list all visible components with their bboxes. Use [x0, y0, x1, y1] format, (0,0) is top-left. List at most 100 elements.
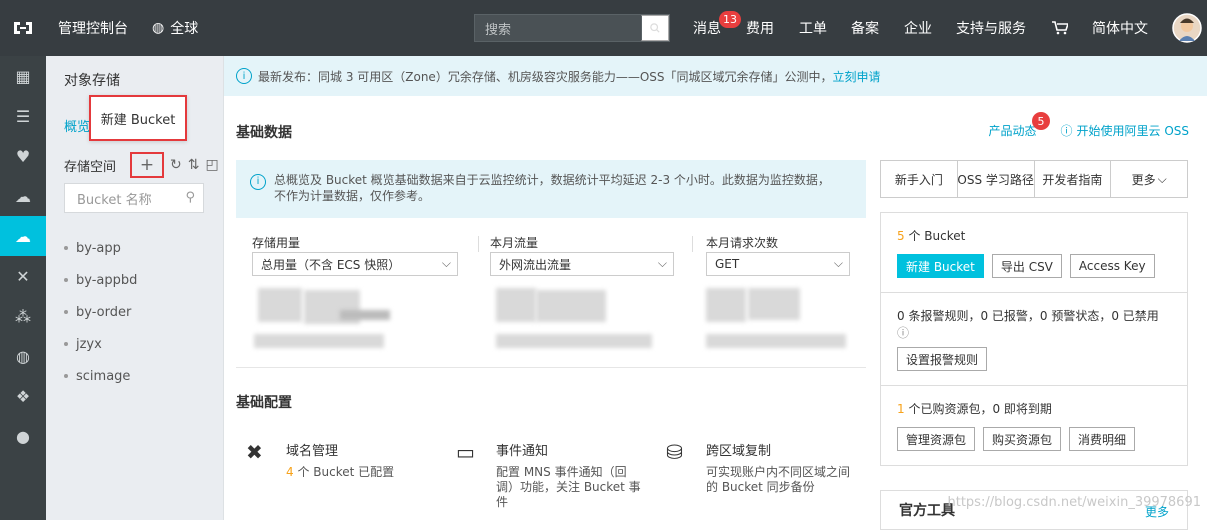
basic-data-title: 基础数据: [236, 125, 292, 141]
search-icon[interactable]: ⚲: [185, 190, 195, 205]
nav-tickets[interactable]: 工单: [799, 0, 827, 56]
help-icon[interactable]: ⓘ: [897, 324, 1171, 341]
manage-packages-button[interactable]: 管理资源包: [897, 427, 976, 451]
metric-requests: 本月请求次数 GET ⌵: [706, 234, 850, 276]
region-label: 全球: [170, 21, 199, 37]
alarm-text: 0 条报警规则，0 已报警，0 预警状态，0 已禁用: [897, 309, 1159, 323]
config-title: 跨区域复制: [706, 444, 772, 459]
aliyun-logo-icon[interactable]: [0, 0, 46, 56]
search-placeholder: 搜索: [485, 22, 512, 38]
product-news-badge: 5: [1032, 112, 1050, 130]
package-count: 1: [897, 402, 905, 416]
package-icon[interactable]: ❖: [0, 376, 46, 416]
nav-support[interactable]: 支持与服务: [956, 0, 1026, 56]
new-bucket-tooltip[interactable]: 新建 Bucket: [89, 95, 187, 141]
metric-label: 本月流量: [490, 236, 539, 250]
tab-getting-started[interactable]: 新手入门: [881, 161, 958, 197]
nav-billing[interactable]: 费用: [746, 0, 774, 56]
metric-select[interactable]: 总用量（不含 ECS 快照） ⌵: [252, 252, 458, 276]
config-domain[interactable]: ✖ 域名管理 4 个 Bucket 已配置: [246, 440, 394, 480]
consumption-details-button[interactable]: 消费明细: [1069, 427, 1136, 451]
bucket-item[interactable]: by-appbd: [64, 264, 137, 296]
bucket-item[interactable]: by-order: [64, 296, 137, 328]
tab-more[interactable]: 更多 ⌵: [1111, 161, 1187, 197]
language-selector[interactable]: 简体中文: [1092, 0, 1148, 56]
divider: [692, 236, 693, 252]
bucket-item[interactable]: scimage: [64, 360, 137, 392]
info-line-2: 不作为计量数据，仅作参考。: [274, 189, 431, 203]
bucket-list: by-app by-appbd by-order jzyx scimage: [64, 232, 137, 392]
oss-cloud-icon[interactable]: ☁: [0, 216, 46, 256]
globe-icon: ◍: [152, 20, 165, 36]
console-link[interactable]: 管理控制台: [46, 0, 140, 56]
region-selector[interactable]: ◍ 全球: [140, 0, 210, 56]
search-icon[interactable]: [641, 15, 669, 41]
metric-select[interactable]: 外网流出流量 ⌵: [490, 252, 674, 276]
config-title: 域名管理: [286, 444, 339, 459]
access-key-button[interactable]: Access Key: [1069, 254, 1155, 278]
package-summary: 1 个已购资源包，0 即将到期 管理资源包 购买资源包 消费明细: [881, 386, 1187, 465]
summary-box: 5 个 Bucket 新建 Bucket 导出 CSV Access Key 0…: [880, 212, 1188, 466]
bucket-item[interactable]: jzyx: [64, 328, 137, 360]
apply-now-link[interactable]: 立刻申请: [833, 68, 881, 85]
divider: [236, 367, 866, 368]
info-line-1: 总概览及 Bucket 概览基础数据来自于云监控统计，数据统计平均延迟 2-3 …: [274, 173, 830, 187]
bucket-count-text: 个 Bucket: [908, 229, 966, 243]
apps-grid-icon[interactable]: ▦: [0, 56, 46, 96]
tab-learning-path[interactable]: OSS 学习路径: [958, 161, 1035, 197]
config-replication[interactable]: ⛁ 跨区域复制 可实现账户内不同区域之间的 Bucket 同步备份: [666, 440, 862, 495]
cluster-icon[interactable]: ⁂: [0, 296, 46, 336]
metric-select[interactable]: GET ⌵: [706, 252, 850, 276]
replication-icon: ⛁: [666, 440, 683, 464]
bucket-search-placeholder: Bucket 名称: [77, 192, 152, 208]
storage-tools: + ↻ ⇅ ◰: [130, 152, 219, 178]
sidebar-title: 对象存储: [64, 73, 120, 89]
chevron-down-icon: ⌵: [441, 256, 451, 270]
nav-icp[interactable]: 备案: [851, 0, 879, 56]
metric-storage: 存储用量 总用量（不含 ECS 快照） ⌵: [252, 234, 458, 276]
tab-overview[interactable]: 概览: [64, 116, 90, 135]
main-content: i 最新发布：同城 3 可用区（Zone）冗余存储、机房级容灾服务能力——OSS…: [224, 56, 1207, 530]
create-bucket-button[interactable]: 新建 Bucket: [897, 254, 984, 278]
info-icon: i: [250, 174, 266, 190]
nav-enterprise[interactable]: 企业: [904, 0, 932, 56]
blurred-value: [340, 310, 390, 320]
metric-traffic: 本月流量 外网流出流量 ⌵: [490, 234, 674, 276]
circle-icon[interactable]: ●: [0, 416, 46, 456]
blurred-value: [258, 288, 302, 322]
blurred-value: [254, 334, 384, 348]
nav-messages[interactable]: 消息: [693, 0, 721, 56]
bucket-search-input[interactable]: Bucket 名称 ⚲: [64, 183, 204, 213]
config-event[interactable]: ▭ 事件通知 配置 MNS 事件通知（回调）功能，关注 Bucket 事件: [456, 440, 646, 510]
watermark: https://blog.csdn.net/weixin_39978691: [947, 495, 1201, 510]
cloud-icon[interactable]: ☁: [0, 176, 46, 216]
search-input[interactable]: 搜索: [474, 14, 670, 42]
buy-packages-button[interactable]: 购买资源包: [983, 427, 1062, 451]
server-icon[interactable]: ☰: [0, 96, 46, 136]
bucket-item[interactable]: by-app: [64, 232, 137, 264]
export-csv-button[interactable]: 导出 CSV: [991, 254, 1062, 278]
chevron-down-icon: ⌵: [657, 256, 667, 270]
start-oss-link[interactable]: 开始使用阿里云 OSS: [1077, 122, 1190, 139]
avatar[interactable]: [1172, 0, 1202, 56]
set-alarm-button[interactable]: 设置报警规则: [897, 347, 988, 371]
blurred-value: [706, 334, 846, 348]
help-icon: ⓘ: [1060, 124, 1073, 138]
globe-nav-icon[interactable]: ◍: [0, 336, 46, 376]
security-icon[interactable]: ♥: [0, 136, 46, 176]
collapse-icon[interactable]: ◰: [205, 157, 218, 173]
sort-icon[interactable]: ⇅: [188, 157, 200, 173]
chevron-down-icon: ⌵: [1157, 171, 1167, 186]
domain-icon: ✖: [246, 440, 263, 464]
config-desc: 配置 MNS 事件通知（回调）功能，关注 Bucket 事件: [496, 465, 641, 509]
blurred-value: [536, 290, 606, 322]
right-panel: 新手入门 OSS 学习路径 开发者指南 更多 ⌵ 5 个 Bucket 新建 Bu…: [880, 160, 1188, 466]
cart-icon[interactable]: [1052, 0, 1068, 56]
metric-label: 存储用量: [252, 236, 301, 250]
refresh-icon[interactable]: ↻: [170, 157, 182, 173]
tab-dev-guide[interactable]: 开发者指南: [1035, 161, 1112, 197]
add-bucket-icon[interactable]: +: [130, 152, 164, 178]
basic-config-title: 基础配置: [236, 395, 292, 411]
product-news-link[interactable]: 产品动态: [988, 122, 1036, 139]
network-icon[interactable]: ✕: [0, 256, 46, 296]
